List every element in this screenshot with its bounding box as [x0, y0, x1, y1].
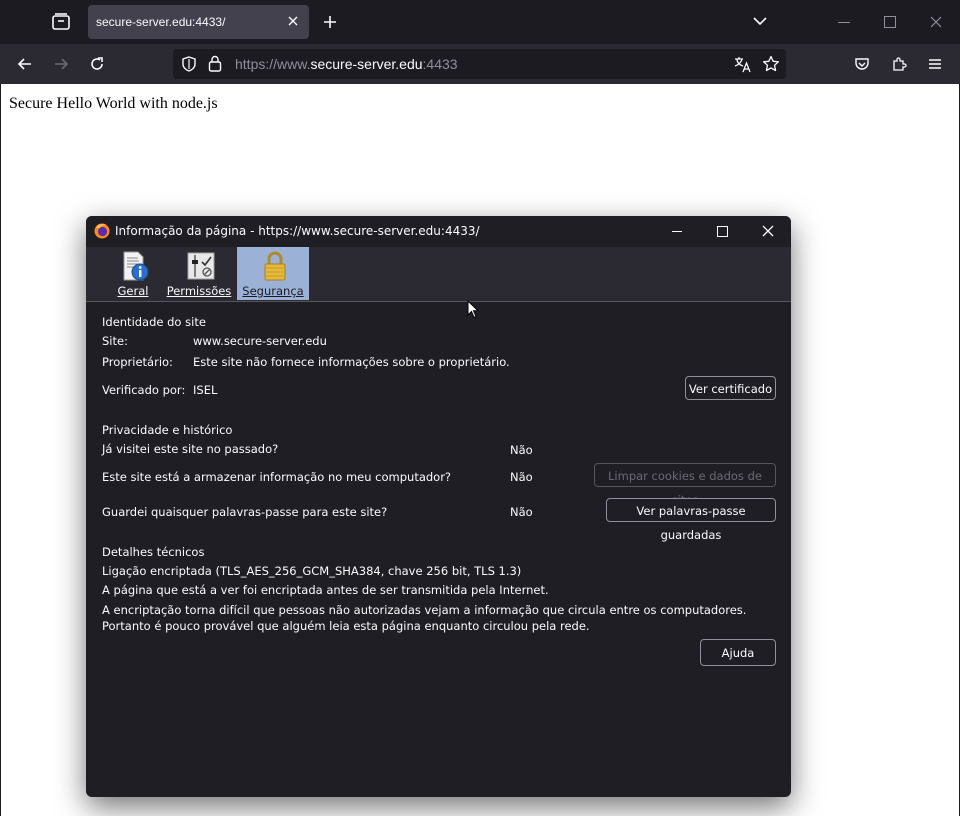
- tab-close-icon[interactable]: [287, 15, 299, 27]
- page-info-dialog: Informação da página - https://www.secur…: [86, 216, 791, 797]
- identity-heading: Identidade do site: [102, 315, 206, 329]
- visited-answer: Não: [510, 443, 533, 457]
- technical-heading: Detalhes técnicos: [102, 545, 205, 559]
- extensions-puzzle-icon[interactable]: [891, 56, 907, 72]
- tracking-protection-shield-icon[interactable]: [181, 56, 197, 72]
- technical-line-2: A página que está a ver foi encriptada a…: [102, 583, 549, 597]
- window-close-button[interactable]: [930, 16, 942, 28]
- technical-line-1: Ligação encriptada (TLS_AES_256_GCM_SHA3…: [102, 564, 522, 578]
- passwords-answer: Não: [510, 505, 533, 519]
- navigation-bar: https://www.secure-server.edu:4433: [0, 44, 960, 84]
- tab-permissoes-label: Permissões: [166, 284, 232, 298]
- dialog-title: Informação da página - https://www.secur…: [115, 224, 480, 238]
- firefox-view-icon[interactable]: [50, 11, 72, 33]
- window-maximize-button[interactable]: [884, 16, 896, 28]
- site-value: www.secure-server.edu: [193, 334, 327, 348]
- url-host: secure-server.edu: [310, 56, 423, 72]
- lock-icon[interactable]: [208, 55, 222, 72]
- browser-tab[interactable]: secure-server.edu:4433/: [88, 5, 309, 39]
- storing-question: Este site está a armazenar informação no…: [102, 470, 452, 484]
- clear-cookies-button[interactable]: Limpar cookies e dados de sites: [594, 463, 776, 507]
- tab-seguranca-label: Segurança: [242, 284, 304, 298]
- mouse-cursor-icon: [467, 300, 479, 319]
- firefox-logo-icon: [94, 223, 110, 239]
- url-text[interactable]: https://www.secure-server.edu:4433: [235, 56, 458, 72]
- new-tab-icon[interactable]: [322, 14, 338, 30]
- tab-geral-label: Geral: [117, 284, 149, 298]
- padlock-icon: [264, 251, 286, 281]
- view-saved-passwords-button[interactable]: Ver palavras-passe guardadas: [606, 498, 776, 542]
- back-arrow-icon[interactable]: [17, 56, 33, 72]
- dialog-close-button[interactable]: [762, 225, 774, 237]
- owner-label: Proprietário:: [102, 355, 173, 369]
- verified-by-label: Verificado por:: [102, 383, 186, 397]
- privacy-heading: Privacidade e histórico: [102, 423, 233, 437]
- url-bar[interactable]: https://www.secure-server.edu:4433: [173, 49, 786, 79]
- tab-seguranca[interactable]: Segurança: [237, 247, 309, 300]
- tab-geral[interactable]: Geral: [97, 247, 169, 300]
- technical-line-3: A encriptação torna difícil que pessoas …: [102, 603, 747, 633]
- help-button[interactable]: Ajuda: [700, 639, 776, 666]
- dialog-maximize-button[interactable]: [717, 226, 728, 237]
- owner-value: Este site não fornece informações sobre …: [193, 355, 510, 369]
- hamburger-menu-icon[interactable]: [927, 56, 943, 72]
- translate-icon[interactable]: [734, 56, 751, 73]
- forward-arrow-icon[interactable]: [53, 56, 69, 72]
- view-certificate-button[interactable]: Ver certificado: [685, 376, 776, 400]
- site-label: Site:: [102, 334, 128, 348]
- pocket-icon[interactable]: [854, 56, 870, 72]
- dialog-tabs: Geral Permissões Segurança: [86, 247, 791, 302]
- info-document-icon: [123, 251, 149, 281]
- dialog-titlebar[interactable]: Informação da página - https://www.secur…: [86, 216, 791, 247]
- url-prefix: https://www.: [235, 56, 311, 72]
- url-port: :4433: [422, 56, 458, 72]
- bookmark-star-icon[interactable]: [762, 55, 780, 73]
- tab-permissoes[interactable]: Permissões: [163, 247, 235, 300]
- window-minimize-button[interactable]: [838, 22, 850, 23]
- reload-icon[interactable]: [89, 56, 105, 72]
- dialog-minimize-button[interactable]: [672, 231, 682, 232]
- storing-answer: Não: [510, 470, 533, 484]
- visited-question: Já visitei este site no passado?: [102, 442, 279, 456]
- chevron-down-icon[interactable]: [753, 16, 767, 26]
- verified-by-value: ISEL: [193, 383, 218, 397]
- tab-title: secure-server.edu:4433/: [96, 15, 226, 29]
- permissions-sliders-icon: [187, 252, 215, 280]
- page-body-text: Secure Hello World with node.js: [9, 95, 218, 112]
- tab-strip: secure-server.edu:4433/: [0, 0, 960, 44]
- passwords-question: Guardei quaisquer palavras-passe para es…: [102, 505, 388, 519]
